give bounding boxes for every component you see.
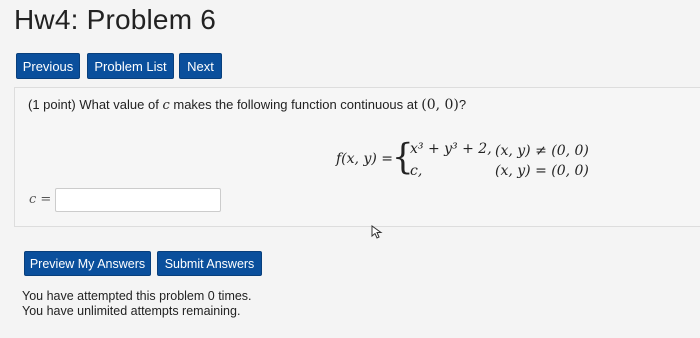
case2-condition: (x, y) = (0, 0) — [495, 163, 589, 179]
question-text-start: What value of — [79, 97, 159, 112]
previous-button[interactable]: Previous — [16, 53, 80, 79]
page-title: Hw4: Problem 6 — [14, 4, 216, 35]
mouse-cursor-icon — [371, 225, 383, 239]
points-label: (1 point) — [28, 97, 76, 112]
question-point: (0, 0) — [421, 97, 459, 113]
next-button[interactable]: Next — [179, 53, 222, 79]
case2-expression: c, — [410, 163, 423, 179]
case1-expression: x³ + y³ + 2, — [410, 141, 492, 157]
submit-answers-button[interactable]: Submit Answers — [157, 251, 262, 276]
function-lhs: f(x, y) = — [336, 151, 393, 167]
preview-answers-button[interactable]: Preview My Answers — [24, 251, 151, 276]
case1-condition: (x, y) ≠ (0, 0) — [495, 143, 589, 159]
attempts-status: You have attempted this problem 0 times. — [22, 289, 252, 303]
answer-input[interactable] — [55, 188, 221, 212]
problem-statement: (1 point) What value of c makes the foll… — [28, 97, 466, 113]
question-variable: c — [162, 98, 170, 113]
remaining-status: You have unlimited attempts remaining. — [22, 304, 241, 318]
question-text-end: makes the following function continuous … — [173, 97, 418, 112]
question-mark: ? — [458, 97, 467, 112]
problem-list-button[interactable]: Problem List — [87, 53, 174, 79]
answer-label: c = — [29, 192, 52, 207]
